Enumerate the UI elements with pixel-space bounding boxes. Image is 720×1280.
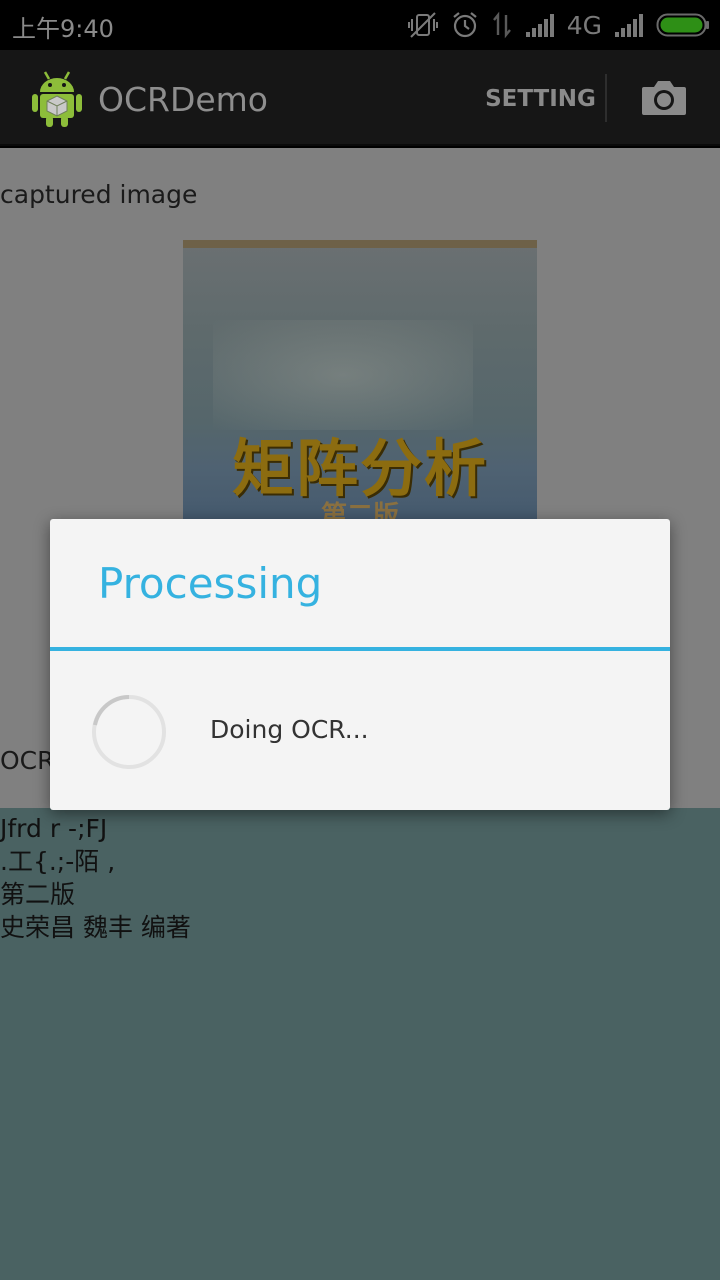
- android-icon: [32, 71, 82, 127]
- alarm-icon: [453, 12, 477, 38]
- status-bar: 上午9:40 4G: [0, 0, 720, 50]
- action-bar: OCRDemo SETTING: [0, 50, 720, 146]
- camera-button[interactable]: [630, 72, 698, 124]
- ocr-result-area: Jfrd r -;FJ .工{.;-陌 , 第二版 史荣昌 魏丰 编著: [0, 808, 720, 1280]
- status-time: 上午9:40: [12, 15, 114, 43]
- camera-icon: [642, 81, 686, 115]
- ocr-result-text: Jfrd r -;FJ .工{.;-陌 , 第二版 史荣昌 魏丰 编著: [0, 814, 191, 942]
- dialog-title: Processing: [98, 559, 323, 608]
- vibrate-off-icon: [407, 12, 438, 38]
- action-divider: [605, 74, 607, 122]
- image-texture: [213, 320, 473, 430]
- network-type-label: 4G: [566, 10, 602, 40]
- app-title: OCRDemo: [98, 80, 268, 119]
- data-transfer-icon: [492, 11, 511, 39]
- dialog-divider: [50, 647, 670, 651]
- dialog-message: Doing OCR...: [210, 715, 369, 744]
- processing-dialog: Processing Doing OCR...: [50, 519, 670, 810]
- captured-image-label: captured image: [0, 180, 198, 209]
- status-icons: 4G: [407, 10, 710, 40]
- signal-icon: [615, 14, 643, 37]
- image-top-strip: [183, 240, 537, 248]
- setting-button[interactable]: SETTING: [478, 70, 603, 128]
- signal-icon: [525, 14, 554, 37]
- battery-icon: [656, 13, 709, 37]
- ocr-result-label: OCR: [0, 746, 55, 775]
- loading-spinner-icon: [92, 695, 166, 769]
